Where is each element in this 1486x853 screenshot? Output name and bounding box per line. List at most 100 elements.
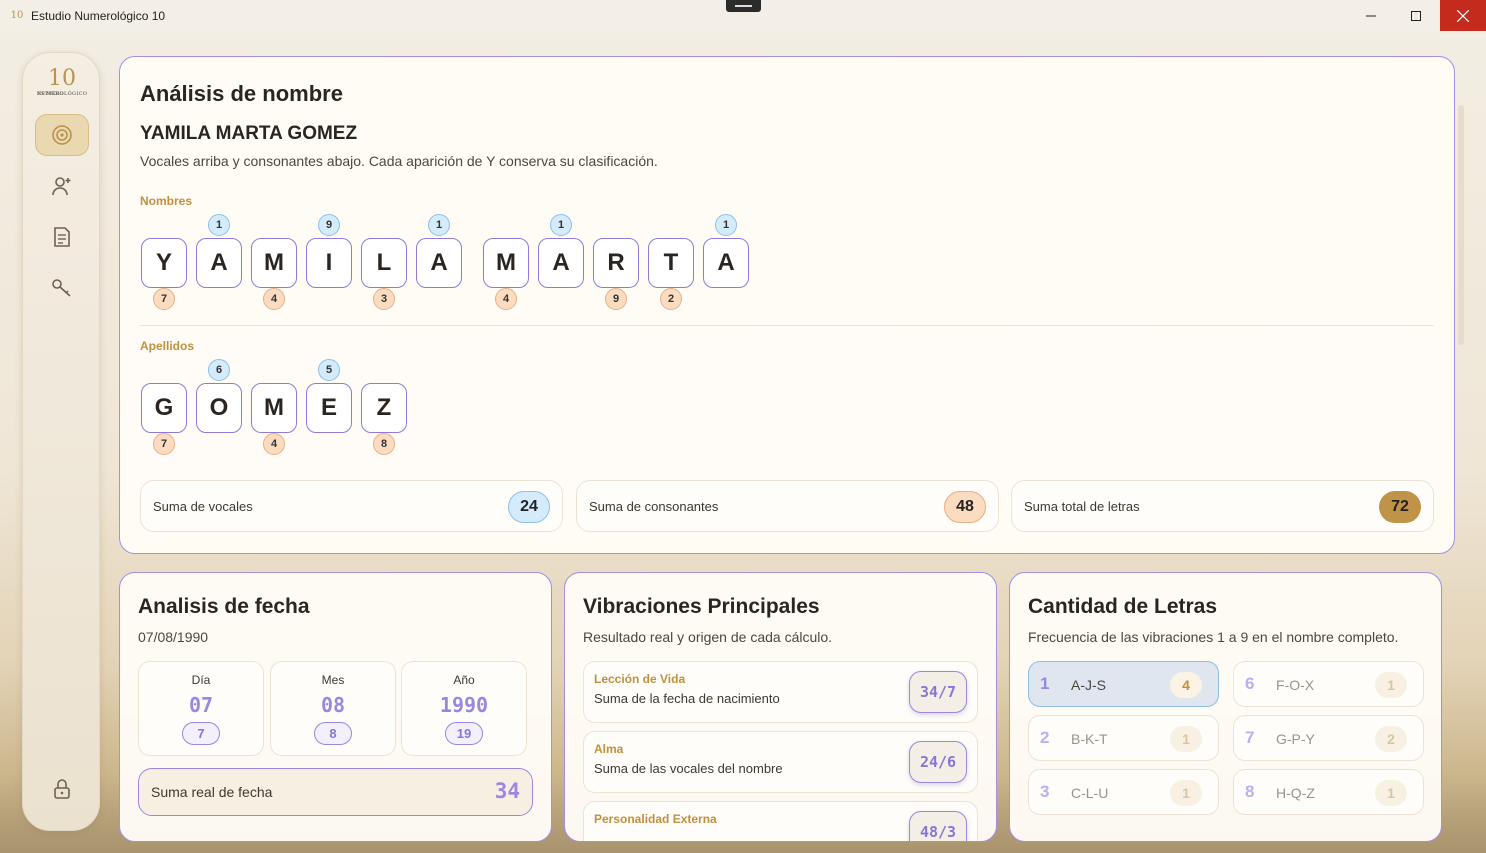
consonant-value-badge: 7 [153,433,175,455]
key-icon [52,279,71,297]
frequency-item[interactable]: 1 A-J-S 4 [1028,661,1219,707]
frequency-number: 7 [1245,728,1255,747]
frequency-letters: C-L-U [1071,785,1109,801]
vowel-sum-value: 24 [508,491,550,523]
vibration-row[interactable]: Personalidad Externa 48/3 [583,801,978,841]
logo-number: 10 [48,66,76,91]
sidebar: 10 ESTUDIO NUMEROLÓGICO [22,52,100,831]
frequency-item[interactable]: 8 H-Q-Z 1 [1233,769,1424,815]
frequency-count: 1 [1170,780,1202,806]
consonant-value-badge: 2 [660,288,682,310]
month-reduced: 8 [314,722,352,745]
consonant-value-badge: 4 [495,288,517,310]
document-icon [54,227,70,247]
lock-icon [54,779,70,799]
vibration-title: Alma [594,742,624,756]
letter-tile: A [538,238,584,288]
date-day-box: Día 07 7 [138,661,264,756]
app-logo-icon: 10 [10,9,24,21]
vibration-row[interactable]: Lección de Vida Suma de la fecha de naci… [583,661,978,723]
vibration-desc: Suma de las vocales del nombre [594,761,783,776]
name-analysis-card: Análisis de nombre YAMILA MARTA GOMEZ Vo… [119,56,1455,554]
vibration-title: Personalidad Externa [594,812,717,826]
month-label: Mes [321,673,345,687]
consonant-value-badge: 4 [263,433,285,455]
letter-tile: A [416,238,462,288]
year-label: Año [453,673,475,687]
name-description: Vocales arriba y consonantes abajo. Cada… [140,153,658,169]
user-add-icon [52,177,71,196]
consonant-sum-label: Suma de consonantes [589,499,719,514]
full-name: YAMILA MARTA GOMEZ [140,123,358,144]
frequency-number: 3 [1040,782,1050,801]
letter-tile: E [306,383,352,433]
date-analysis-card: Analisis de fecha 07/08/1990 Día 07 7 Me… [119,572,552,842]
letter-tile: Y [141,238,187,288]
vibrations-title: Vibraciones Principales [583,595,820,618]
maximize-button[interactable] [1393,0,1439,31]
lock-button[interactable] [35,768,89,810]
apellidos-label: Apellidos [140,339,195,353]
snap-layout-handle[interactable] [726,0,761,12]
letter-count-card: Cantidad de Letras Frecuencia de las vib… [1009,572,1442,842]
vibration-value: 24/6 [909,741,967,783]
frequency-number: 8 [1245,782,1255,801]
frequency-letters: B-K-T [1071,731,1108,747]
sidebar-item-numerology[interactable] [35,114,89,156]
sidebar-item-keys[interactable] [35,267,89,309]
consonant-value-badge: 4 [263,288,285,310]
minimize-button[interactable] [1348,0,1394,31]
consonant-value-badge: 9 [605,288,627,310]
letter-tile: M [483,238,529,288]
vowel-value-badge: 1 [208,214,230,236]
vibrations-card: Vibraciones Principales Resultado real y… [564,572,997,842]
vowel-value-badge: 6 [208,359,230,381]
vowel-sum-label: Suma de vocales [153,499,253,514]
vowel-sum-box: Suma de vocales 24 [140,480,563,532]
frequency-number: 2 [1040,728,1050,747]
year-value: 1990 [439,693,489,717]
real-date-sum: Suma real de fecha 34 [138,768,533,816]
close-button[interactable] [1440,0,1486,31]
sidebar-item-reports[interactable] [35,216,89,258]
frequency-number: 6 [1245,674,1255,693]
letter-tile: A [196,238,242,288]
consonant-sum-value: 48 [944,491,986,523]
frequency-count: 4 [1170,672,1202,698]
total-sum-label: Suma total de letras [1024,499,1140,514]
frequency-letters: G-P-Y [1276,731,1315,747]
frequency-number: 1 [1040,674,1050,693]
logo-line2: NUMEROLÓGICO [37,91,88,97]
consonant-sum-box: Suma de consonantes 48 [576,480,999,532]
month-value: 08 [320,693,346,717]
total-sum-value: 72 [1379,491,1421,523]
vibration-row[interactable]: Alma Suma de las vocales del nombre 24/6 [583,731,978,793]
minimize-icon [1366,15,1376,16]
sidebar-item-clients[interactable] [35,165,89,207]
frequency-count: 2 [1375,726,1407,752]
frequency-item[interactable]: 3 C-L-U 1 [1028,769,1219,815]
frequency-item[interactable]: 2 B-K-T 1 [1028,715,1219,761]
letter-tile: I [306,238,352,288]
close-icon [1457,9,1469,22]
vowel-value-badge: 1 [550,214,572,236]
maximize-icon [1411,10,1421,21]
frequency-count: 1 [1375,780,1407,806]
day-value: 07 [188,693,214,717]
day-label: Día [191,673,211,687]
frequency-count: 1 [1170,726,1202,752]
frequency-letters: H-Q-Z [1276,785,1315,801]
year-reduced: 19 [445,722,483,745]
day-reduced: 7 [182,722,220,745]
frequency-item[interactable]: 7 G-P-Y 2 [1233,715,1424,761]
letter-tile: A [703,238,749,288]
date-year-box: Año 1990 19 [401,661,527,756]
date-analysis-title: Analisis de fecha [138,595,310,618]
letter-tile: M [251,238,297,288]
letter-tile: T [648,238,694,288]
scrollbar-thumb[interactable] [1458,105,1464,345]
vibration-value: 34/7 [909,671,967,713]
letter-tile: Z [361,383,407,433]
nombres-label: Nombres [140,194,193,208]
frequency-item[interactable]: 6 F-O-X 1 [1233,661,1424,707]
